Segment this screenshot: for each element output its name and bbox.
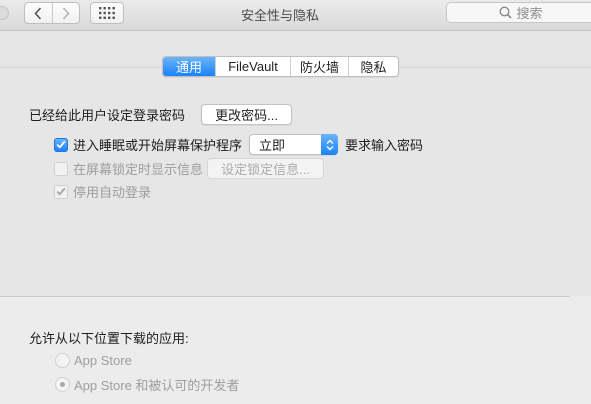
require-password-prefix: 进入睡眠或开始屏幕保护程序 [73,138,243,153]
radio-app-store-row: App Store [55,353,132,368]
close-window-button[interactable] [0,6,9,20]
general-pane: 通用 FileVault 防火墙 隐私 已经给此用户设定登录密码 更改密码...… [0,31,591,296]
require-password-suffix: 要求输入密码 [345,138,424,153]
nav-button-group [24,2,80,24]
download-heading-row: 允许从以下位置下载的应用: [29,328,189,347]
select-value: 立即 [259,138,286,153]
back-button[interactable] [25,3,52,23]
tab-general[interactable]: 通用 [163,57,215,76]
radio-identified-developers-row: App Store 和被认可的开发者 [55,375,239,394]
window-title: 安全性与隐私 [240,8,319,23]
forward-chevron-icon [62,6,70,20]
tab-privacy[interactable]: 隐私 [348,57,398,76]
password-row: 已经给此用户设定登录密码 更改密码... [29,104,293,125]
download-sources-section: 允许从以下位置下载的应用: App Store App Store 和被认可的开… [0,297,591,404]
radio-selected-dot [60,382,65,387]
select-arrows-icon [321,134,339,155]
show-message-row: 在屏幕锁定时显示信息 设定锁定信息... [54,158,325,179]
radio-app-store[interactable] [55,353,70,368]
disable-auto-login-checkbox[interactable] [54,184,68,199]
tab-bar: 通用 FileVault 防火墙 隐私 [162,56,399,77]
window-toolbar: 安全性与隐私 搜索 [0,0,591,31]
require-password-row: 进入睡眠或开始屏幕保护程序 立即 要求输入密码 [54,134,423,155]
checkmark-icon [56,140,66,149]
change-password-button[interactable]: 更改密码... [201,104,293,125]
tab-filevault[interactable]: FileVault [215,57,290,76]
disable-auto-login-label: 停用自动登录 [73,185,152,200]
show-all-button[interactable] [90,2,124,24]
back-chevron-icon [34,6,42,20]
radio-identified-developers-label: App Store 和被认可的开发者 [74,378,240,393]
radio-app-store-label: App Store [74,353,132,368]
show-message-label: 在屏幕锁定时显示信息 [73,162,204,177]
search-icon [499,6,513,19]
search-field[interactable]: 搜索 [446,2,591,23]
search-placeholder: 搜索 [516,6,543,21]
download-heading: 允许从以下位置下载的应用: [29,331,189,346]
require-password-checkbox[interactable] [54,137,68,152]
require-password-delay-select[interactable]: 立即 [249,134,339,155]
password-set-label: 已经给此用户设定登录密码 [29,108,186,123]
show-message-checkbox[interactable] [54,161,68,176]
disable-auto-login-row: 停用自动登录 [54,182,151,201]
radio-identified-developers[interactable] [55,377,70,392]
checkmark-icon [56,187,66,196]
forward-button[interactable] [51,3,80,23]
grid-icon [99,7,115,19]
tab-firewall[interactable]: 防火墙 [290,57,348,76]
set-lock-message-button[interactable]: 设定锁定信息... [207,158,325,179]
